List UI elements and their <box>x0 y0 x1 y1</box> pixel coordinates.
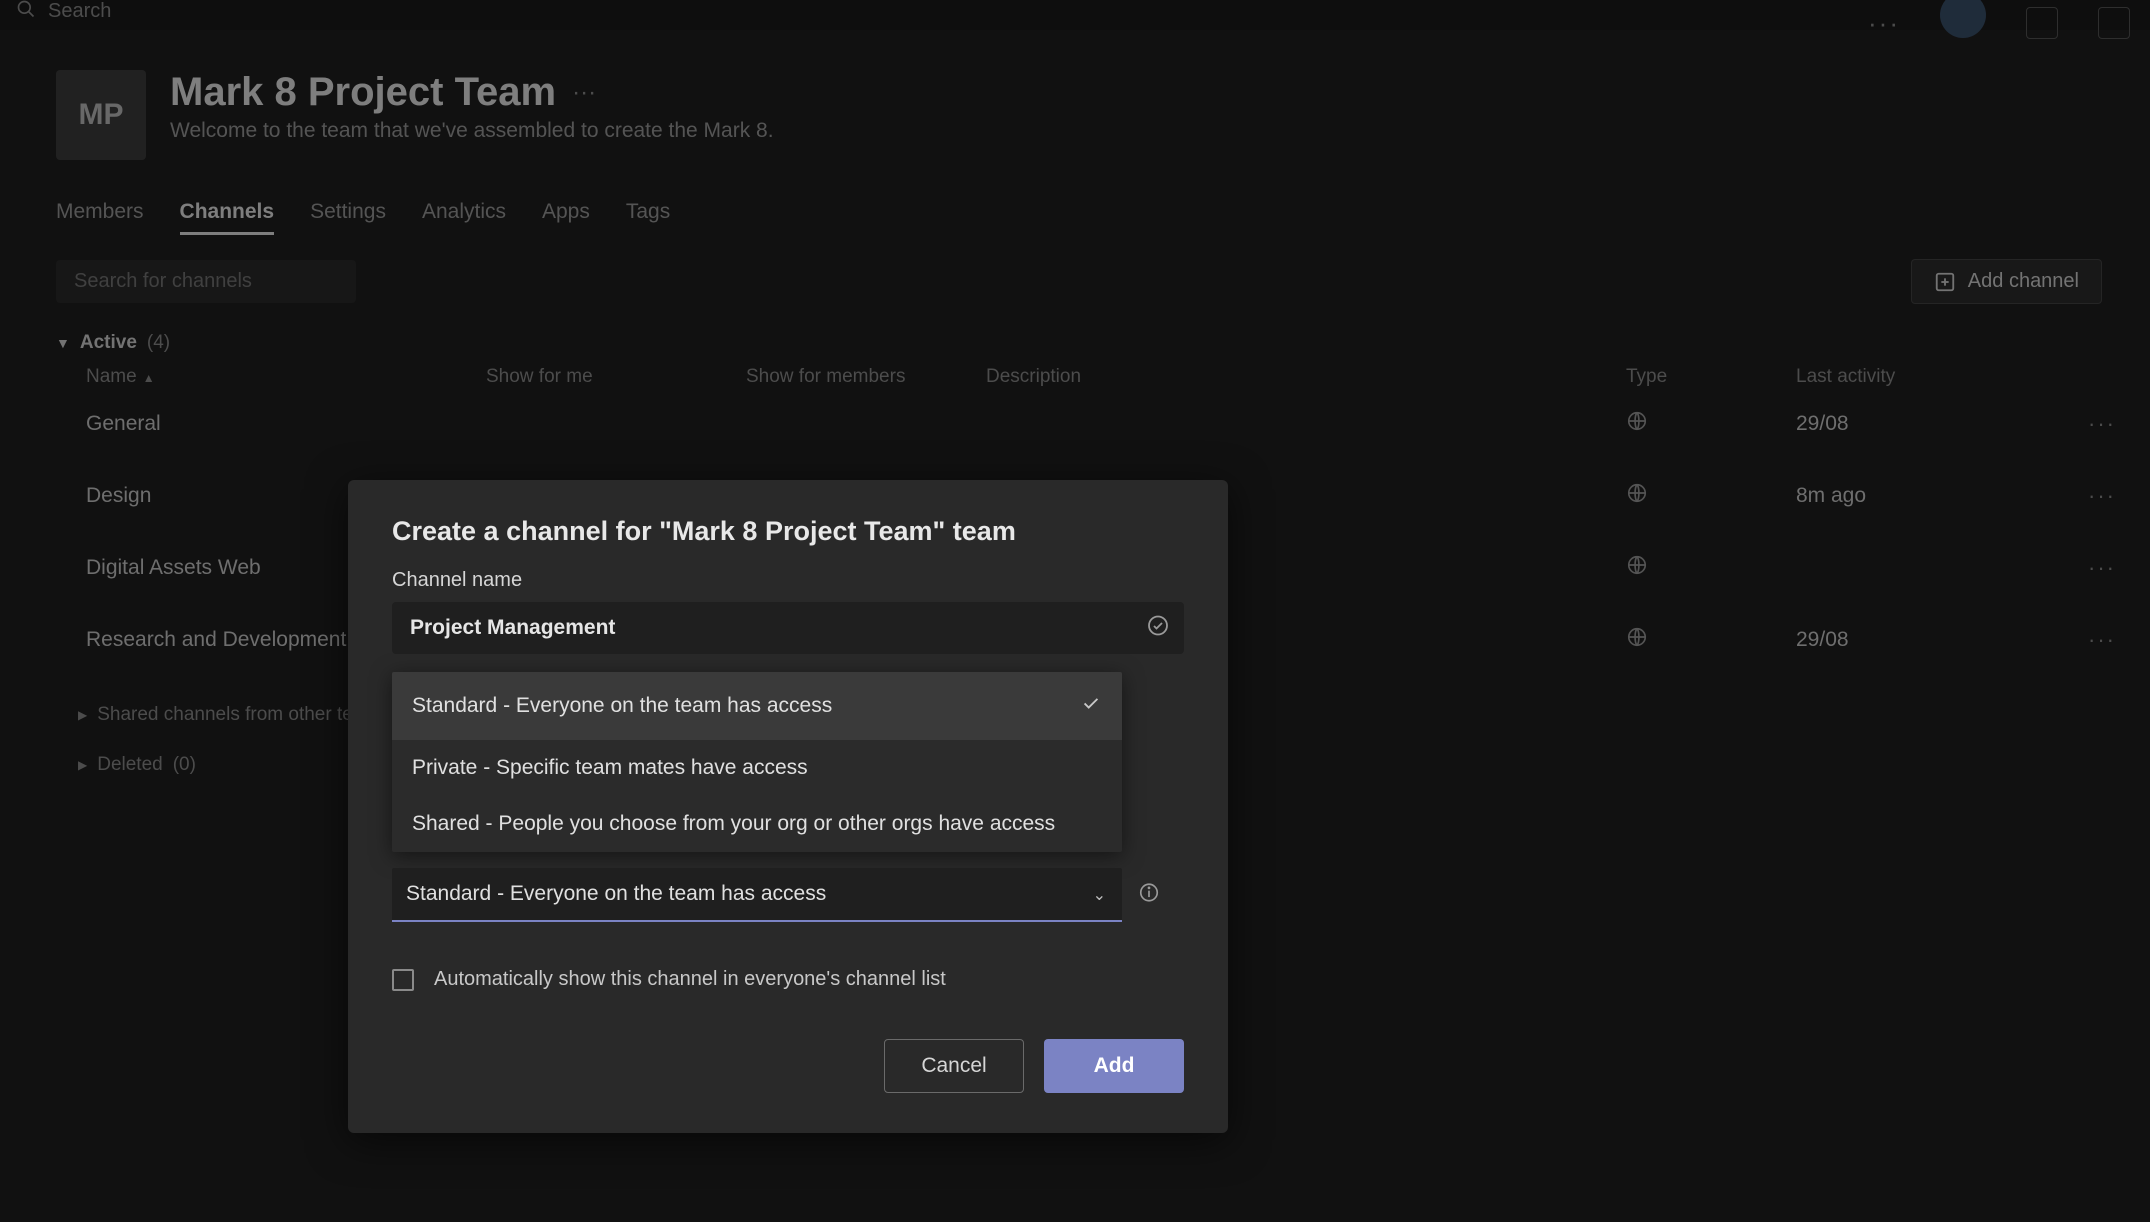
checkbox-icon[interactable] <box>392 969 414 991</box>
channel-type-select[interactable]: Standard - Everyone on the team has acce… <box>392 868 1122 922</box>
option-shared[interactable]: Shared - People you choose from your org… <box>392 796 1122 852</box>
option-private[interactable]: Private - Specific team mates have acces… <box>392 740 1122 796</box>
create-channel-modal: Create a channel for "Mark 8 Project Tea… <box>348 480 1228 1133</box>
checkmark-circle-icon <box>1146 614 1170 643</box>
auto-show-label: Automatically show this channel in every… <box>434 968 946 991</box>
option-label: Standard - Everyone on the team has acce… <box>412 694 832 718</box>
option-label: Shared - People you choose from your org… <box>412 812 1055 836</box>
modal-actions: Cancel Add <box>392 1039 1184 1093</box>
modal-title: Create a channel for "Mark 8 Project Tea… <box>392 516 1184 547</box>
chevron-down-icon: ⌄ <box>1093 885 1106 905</box>
auto-show-checkbox-row[interactable]: Automatically show this channel in every… <box>392 968 1184 991</box>
check-icon <box>1080 692 1102 720</box>
option-standard[interactable]: Standard - Everyone on the team has acce… <box>392 672 1122 740</box>
channel-type-value: Standard - Everyone on the team has acce… <box>406 882 826 905</box>
info-icon[interactable] <box>1138 882 1160 909</box>
channel-name-label: Channel name <box>392 569 1184 592</box>
channel-type-listbox: Standard - Everyone on the team has acce… <box>392 672 1122 852</box>
channel-name-input[interactable] <box>392 602 1184 654</box>
add-button[interactable]: Add <box>1044 1039 1184 1093</box>
option-label: Private - Specific team mates have acces… <box>412 756 808 780</box>
cancel-button[interactable]: Cancel <box>884 1039 1024 1093</box>
